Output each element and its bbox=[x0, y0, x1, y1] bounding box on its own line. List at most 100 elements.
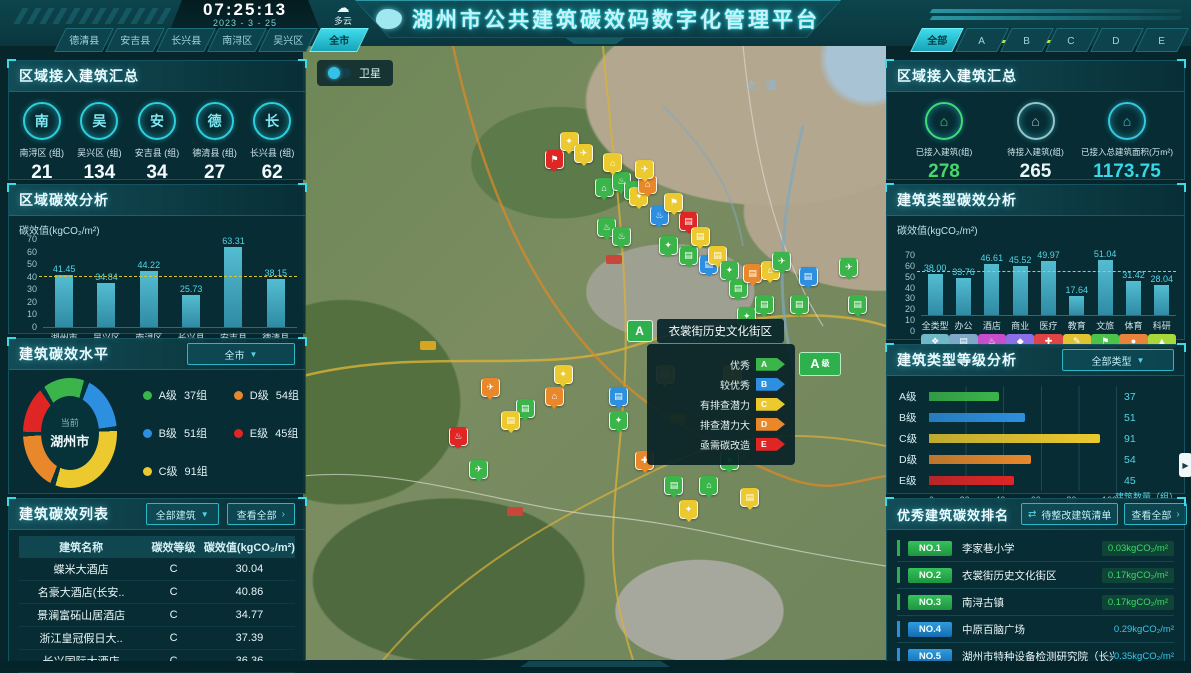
map-marker-grade-D[interactable]: ▤ bbox=[743, 264, 762, 283]
column-header: 碳效值(kgCO₂/m²) bbox=[204, 539, 295, 555]
tab-label: 德清县 bbox=[63, 32, 105, 47]
table-header-row: 建筑名称碳效等级碳效值(kgCO₂/m²) bbox=[19, 536, 295, 558]
map-marker-grade-B[interactable]: ▤ bbox=[799, 267, 818, 286]
summary-label: 南浔区 (组) bbox=[20, 146, 65, 159]
header-decor-left bbox=[13, 8, 172, 24]
legend-item: A级37组 bbox=[143, 387, 208, 403]
map-marker-grade-A[interactable]: ▤ bbox=[679, 246, 698, 265]
legend-label: 有排查潜力 bbox=[700, 397, 750, 412]
map-marker-grade-A[interactable]: ⌂ bbox=[595, 178, 614, 197]
y-tick: 30 bbox=[895, 293, 915, 303]
summary-item: 吴吴兴区 (组)134 bbox=[71, 102, 127, 184]
map-marker-grade-A[interactable]: ▤ bbox=[848, 295, 867, 314]
y-tick: 10 bbox=[895, 315, 915, 325]
map-marker-grade-C[interactable]: ✈ bbox=[635, 160, 654, 179]
panel-title: 建筑碳效水平 bbox=[19, 344, 109, 364]
map-marker-grade-C[interactable]: ⌂ bbox=[603, 153, 622, 172]
table-row[interactable]: 景澜富砳山居酒店C34.77 bbox=[19, 604, 295, 627]
map-marker-grade-A[interactable]: ✦ bbox=[609, 411, 628, 430]
summary-item: 南南浔区 (组)21 bbox=[14, 102, 70, 184]
map-marker-grade-A[interactable]: ▤ bbox=[790, 295, 809, 314]
rank-accent bbox=[897, 594, 900, 610]
map-marker-grade-E[interactable]: ♨ bbox=[449, 427, 468, 446]
bar-cell: 63.31 bbox=[212, 236, 254, 327]
legend-flag-D: D bbox=[756, 418, 785, 431]
tab-region-长兴县[interactable]: 长兴县 bbox=[156, 28, 216, 52]
rank-accent bbox=[897, 567, 900, 583]
city-dropdown[interactable]: 全市▼ bbox=[187, 343, 295, 365]
bar bbox=[1041, 261, 1056, 315]
map-marker-grade-C[interactable]: ▤ bbox=[740, 488, 759, 507]
rank-badge: NO.3 bbox=[908, 595, 952, 610]
ranking-row[interactable]: NO.3南浔古镇0.17kgCO₂/m² bbox=[897, 589, 1174, 616]
legend-dot bbox=[143, 467, 152, 476]
tab-region-德清县[interactable]: 德清县 bbox=[54, 28, 114, 52]
clock: 07:25:13 2023 - 3 - 25 bbox=[170, 0, 320, 30]
view-all-button[interactable]: 查看全部› bbox=[1124, 503, 1186, 525]
bar-cell: 44.22 bbox=[128, 260, 170, 327]
satellite-toggle[interactable]: 卫星 bbox=[317, 60, 393, 86]
type-filter-dropdown[interactable]: 全部类型▼ bbox=[1062, 349, 1174, 371]
rank-badge: NO.1 bbox=[908, 541, 952, 556]
map-marker-grade-A[interactable]: ✦ bbox=[659, 236, 678, 255]
tab-label: E bbox=[1152, 36, 1171, 47]
map-marker-grade-A[interactable]: ✦ bbox=[720, 261, 739, 280]
view-all-button[interactable]: 查看全部› bbox=[227, 503, 295, 525]
map-marker-grade-A[interactable]: ✈ bbox=[469, 460, 488, 479]
map-marker-grade-C[interactable]: ✈ bbox=[574, 144, 593, 163]
map-marker-grade-E[interactable]: ⚑ bbox=[545, 150, 564, 169]
panel-region-analysis: 区域碳效分析 碳效值(kgCO₂/m²) 01020304050607041.4… bbox=[8, 184, 306, 334]
summary-item: 长长兴县 (组)62 bbox=[244, 102, 300, 184]
summary-value: 21 bbox=[31, 162, 52, 184]
legend-count: 45组 bbox=[275, 425, 298, 441]
tab-region-南浔区[interactable]: 南浔区 bbox=[207, 28, 267, 52]
road-shield-icon bbox=[507, 507, 523, 516]
ranking-row[interactable]: NO.4中原百脑广场0.29kgCO₂/m² bbox=[897, 616, 1174, 643]
ranking-row[interactable]: NO.2衣裳街历史文化街区0.17kgCO₂/m² bbox=[897, 562, 1174, 589]
map-marker-grade-D[interactable]: ✈ bbox=[481, 378, 500, 397]
building-filter-dropdown[interactable]: 全部建筑▼ bbox=[146, 503, 219, 525]
summary-value: 134 bbox=[84, 162, 116, 184]
tab-grade-E[interactable]: E bbox=[1135, 28, 1189, 52]
map-marker-grade-A[interactable]: ⌂ bbox=[699, 476, 718, 495]
panel-region-summary-left: 区域接入建筑汇总 南南浔区 (组)21吴吴兴区 (组)134安安吉县 (组)34… bbox=[8, 60, 306, 180]
map-marker-grade-C[interactable]: ▤ bbox=[501, 411, 520, 430]
building-icon: ⌂ bbox=[1108, 102, 1146, 140]
clock-date: 2023 - 3 - 25 bbox=[213, 18, 277, 28]
rectify-list-button[interactable]: ⇄待整改建筑清单 bbox=[1021, 503, 1118, 525]
ranking-row[interactable]: NO.1李家巷小学0.03kgCO₂/m² bbox=[897, 535, 1174, 562]
summary-value: 34 bbox=[146, 162, 167, 184]
map-marker-grade-C[interactable]: ✦ bbox=[679, 500, 698, 519]
tab-region-吴兴区[interactable]: 吴兴区 bbox=[258, 28, 318, 52]
map-marker-grade-A[interactable]: ▤ bbox=[755, 295, 774, 314]
map-marker-grade-A[interactable]: ▤ bbox=[664, 476, 683, 495]
map-marker-grade-B[interactable]: ▤ bbox=[609, 387, 628, 406]
table-row[interactable]: 名豪大酒店(长安..C40.86 bbox=[19, 581, 295, 604]
column-header: 建筑名称 bbox=[19, 539, 143, 555]
ranking-building-name: 南浔古镇 bbox=[962, 595, 1102, 610]
summary-item: ⌂待接入建筑(组)265 bbox=[993, 102, 1079, 183]
legend-item: B级51组 bbox=[143, 425, 208, 441]
legend-count: 51组 bbox=[184, 425, 207, 441]
ranking-building-name: 李家巷小学 bbox=[962, 541, 1102, 556]
map-marker-grade-A[interactable]: ✈ bbox=[839, 258, 858, 277]
chevron-down-icon: ▼ bbox=[201, 510, 209, 519]
legend-grade: D级 bbox=[250, 387, 269, 403]
map-marker-grade-A[interactable]: ✈ bbox=[772, 252, 791, 271]
legend-row: 亟需碳改造E bbox=[657, 436, 785, 453]
table-row[interactable]: 蝶米大酒店C30.04 bbox=[19, 558, 295, 581]
next-page-arrow[interactable]: ▶ bbox=[1179, 453, 1191, 477]
map-marker-grade-C[interactable]: ▤ bbox=[691, 227, 710, 246]
tab-region-全市[interactable]: 全市 bbox=[309, 28, 369, 52]
legend-label: 较优秀 bbox=[720, 377, 750, 392]
table-row[interactable]: 浙江皇冠假日大..C37.39 bbox=[19, 627, 295, 650]
rank-accent bbox=[897, 540, 900, 556]
ranking-building-name: 衣裳街历史文化街区 bbox=[962, 568, 1102, 583]
toggle-switch-icon[interactable] bbox=[329, 68, 351, 78]
tab-region-安吉县[interactable]: 安吉县 bbox=[105, 28, 165, 52]
satellite-map[interactable]: 太湖 卫星 ✦⚑✈⌂♨⌂♨♨♨♨✦⌂▤✦▤▤▤✦▤▤▤⌂✈▤▤✦▤⚑✈✈▤✈▤▤… bbox=[303, 46, 886, 660]
map-marker-grade-C[interactable]: ⚑ bbox=[664, 193, 683, 212]
y-tick: 60 bbox=[895, 261, 915, 271]
map-marker-grade-A[interactable]: ♨ bbox=[612, 227, 631, 246]
map-marker-grade-C[interactable]: ✦ bbox=[554, 365, 573, 384]
